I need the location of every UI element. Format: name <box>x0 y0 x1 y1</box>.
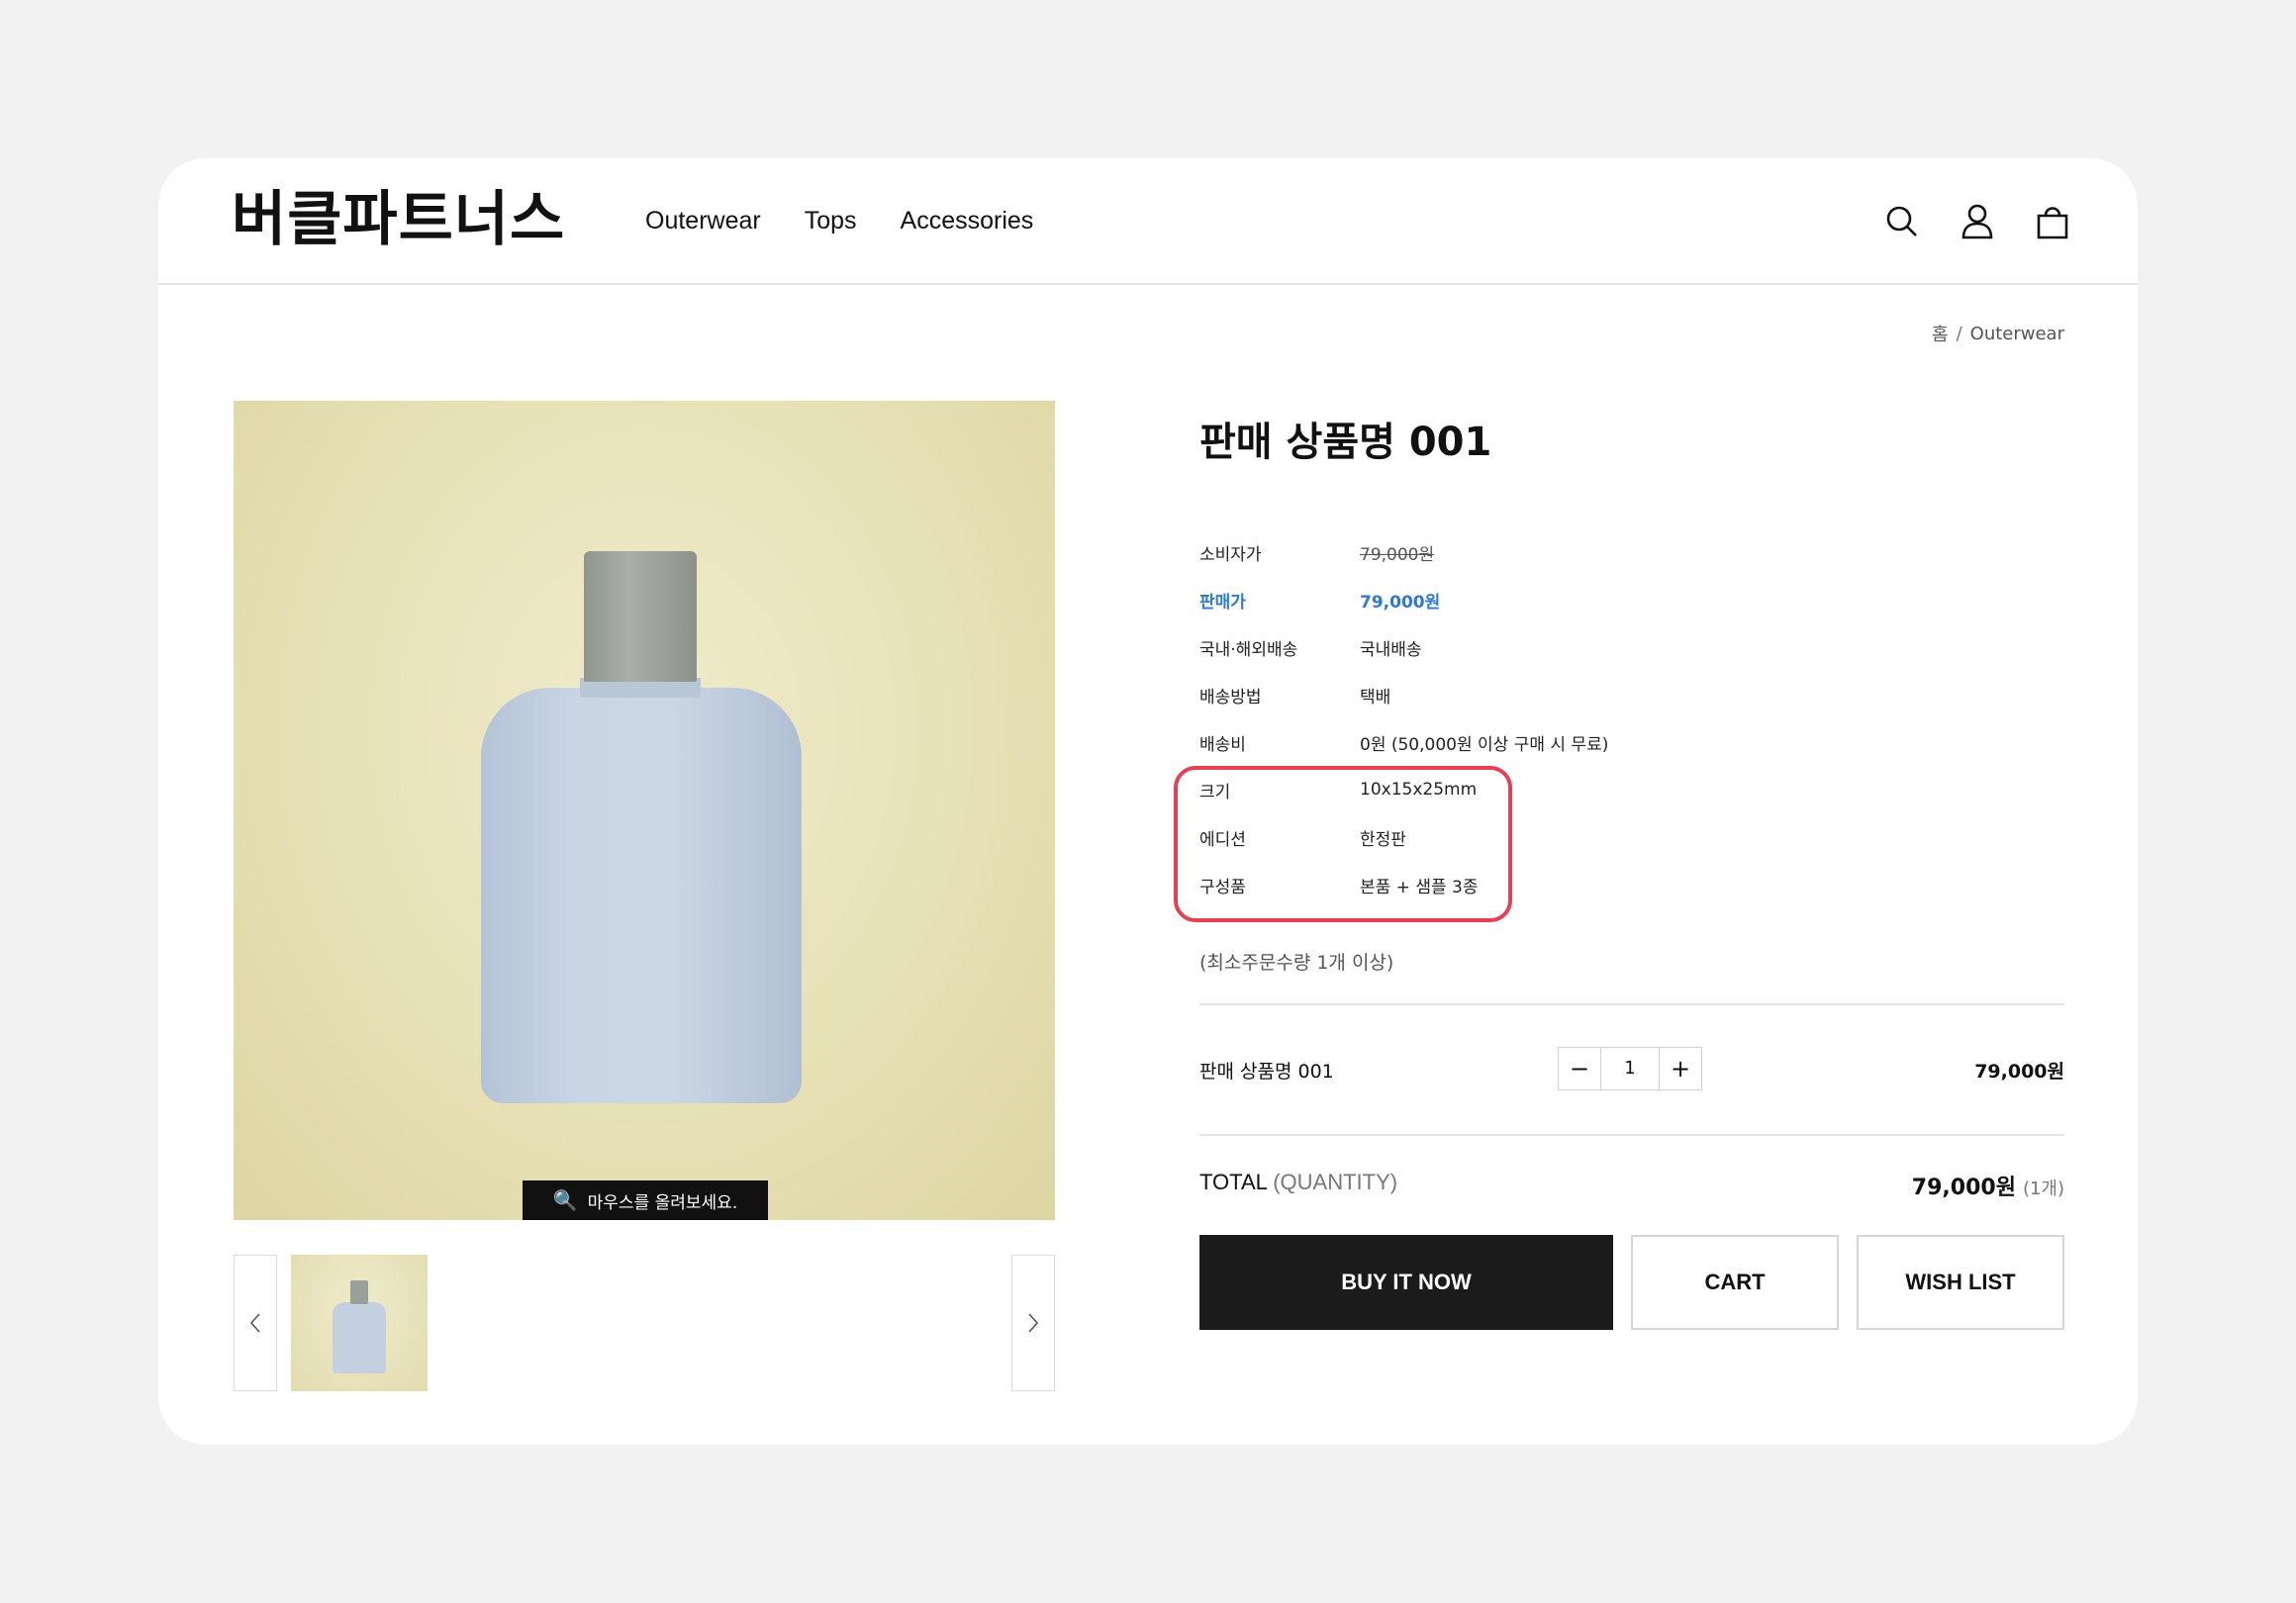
spec-value: 79,000원 <box>1360 544 1435 565</box>
quantity-stepper: − 1 + <box>1558 1047 1702 1090</box>
total-label: TOTAL (QUANTITY) <box>1199 1170 1397 1195</box>
zoom-hint-text: 마우스를 올려보세요. <box>587 1192 738 1213</box>
nav-item-accessories[interactable]: Accessories <box>901 206 1034 236</box>
line-item-price: 79,000원 <box>1974 1061 2064 1083</box>
breadcrumb: 홈 / Outerwear <box>1932 321 2064 346</box>
buy-now-button[interactable]: BUY IT NOW <box>1199 1235 1613 1330</box>
purchase-actions: BUY IT NOW CART WISH LIST <box>1199 1235 2064 1330</box>
chevron-left-icon <box>249 1313 260 1333</box>
min-order-note: (최소주문수량 1개 이상) <box>1199 952 1394 974</box>
site-header: 버클파트너스 Outerwear Tops Accessories <box>158 158 2138 285</box>
thumbnail-bottle-body <box>333 1302 386 1373</box>
add-to-cart-button[interactable]: CART <box>1631 1235 1839 1330</box>
search-icon[interactable] <box>1884 202 1920 241</box>
thumbnail-image[interactable] <box>291 1255 428 1391</box>
nav-item-outerwear[interactable]: Outerwear <box>645 206 761 236</box>
spec-row-shipping-fee: 배송비 0원 (50,000원 이상 구매 시 무료) <box>1199 718 1608 766</box>
spec-row-shipping-region: 국내·해외배송 국내배송 <box>1199 623 1608 671</box>
total-quantity-label: (QUANTITY) <box>1273 1170 1398 1194</box>
total-count: (1개) <box>2022 1179 2064 1199</box>
spec-value: 79,000원 <box>1360 592 1441 613</box>
breadcrumb-current[interactable]: Outerwear <box>1970 324 2064 344</box>
thumb-prev-button[interactable] <box>234 1255 277 1391</box>
product-title: 판매 상품명 001 <box>1199 420 1492 465</box>
thumbnail-strip <box>234 1255 1055 1391</box>
zoom-hint: 🔍 마우스를 올려보세요. <box>523 1180 768 1220</box>
wishlist-button[interactable]: WISH LIST <box>1857 1235 2064 1330</box>
spec-value: 택배 <box>1360 687 1391 707</box>
spec-label: 판매가 <box>1199 592 1246 613</box>
spec-value: 국내배송 <box>1360 639 1422 660</box>
product-page-card: 버클파트너스 Outerwear Tops Accessories 홈 / Ou… <box>158 158 2138 1445</box>
quantity-increase-button[interactable]: + <box>1660 1048 1701 1089</box>
breadcrumb-home[interactable]: 홈 <box>1932 321 1949 346</box>
magnifier-icon: 🔍 <box>552 1188 578 1212</box>
chevron-right-icon <box>1028 1313 1039 1333</box>
total-label-text: TOTAL <box>1199 1170 1268 1194</box>
quantity-input[interactable]: 1 <box>1600 1048 1660 1089</box>
main-nav: Outerwear Tops Accessories <box>645 206 1033 236</box>
breadcrumb-separator: / <box>1956 323 1962 344</box>
divider <box>1199 1003 2064 1005</box>
user-icon[interactable] <box>1960 202 1995 241</box>
quantity-decrease-button[interactable]: − <box>1559 1048 1600 1089</box>
spec-label: 배송비 <box>1199 734 1246 755</box>
spec-highlight-box <box>1174 766 1512 922</box>
thumbnail-bottle-cap <box>350 1280 368 1304</box>
header-icons <box>1884 202 2070 241</box>
spec-value: 0원 (50,000원 이상 구매 시 무료) <box>1360 734 1609 755</box>
total-amount: 79,000원 <box>1911 1176 2016 1200</box>
spec-row-consumer-price: 소비자가 79,000원 <box>1199 528 1608 576</box>
thumb-next-button[interactable] <box>1011 1255 1055 1391</box>
shopping-bag-icon[interactable] <box>2035 202 2070 241</box>
spec-label: 소비자가 <box>1199 544 1262 565</box>
spec-row-sale-price: 판매가 79,000원 <box>1199 576 1608 623</box>
bottle-body <box>481 688 802 1103</box>
divider <box>1199 1134 2064 1136</box>
spec-row-shipping-method: 배송방법 택배 <box>1199 671 1608 718</box>
nav-item-tops[interactable]: Tops <box>805 206 857 236</box>
site-logo[interactable]: 버클파트너스 <box>232 184 565 255</box>
bottle-cap <box>584 551 697 682</box>
spec-label: 배송방법 <box>1199 687 1262 707</box>
product-main-image[interactable]: 🔍 마우스를 올려보세요. <box>234 401 1055 1220</box>
spec-label: 국내·해외배송 <box>1199 639 1298 660</box>
line-item-name: 판매 상품명 001 <box>1199 1061 1334 1083</box>
total-value: 79,000원 (1개) <box>1912 1170 2064 1201</box>
